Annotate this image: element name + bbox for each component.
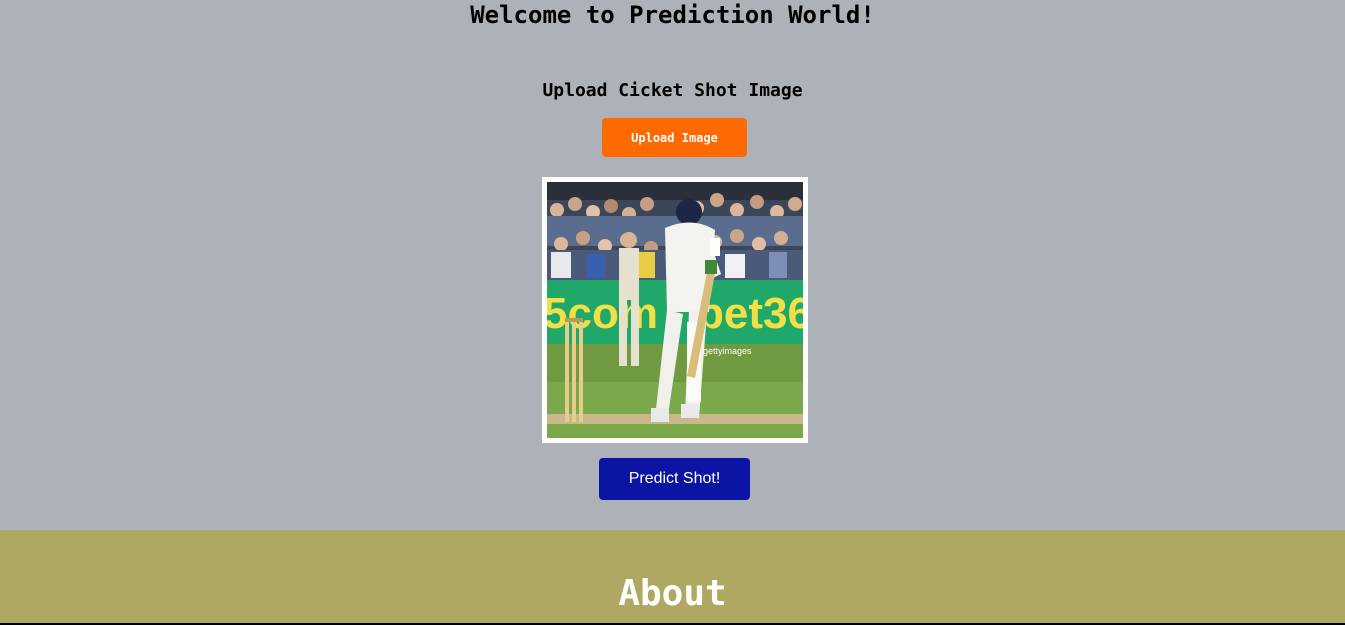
page-title: Welcome to Prediction World!	[470, 1, 875, 29]
predict-shot-button[interactable]: Predict Shot!	[599, 458, 750, 500]
page: Welcome to Prediction World! Upload Cick…	[0, 0, 1345, 625]
advert-text: 5com	[547, 289, 658, 338]
svg-text:bet36: bet36	[697, 289, 803, 338]
uploaded-image-preview: 5com bet36 gettyimages	[542, 177, 808, 443]
about-section: About	[0, 530, 1345, 625]
cricket-shot-image: 5com bet36 gettyimages	[547, 182, 803, 438]
about-title: About	[618, 573, 727, 614]
stumps	[565, 318, 583, 422]
upload-heading: Upload Cicket Shot Image	[542, 80, 803, 101]
upload-image-button[interactable]: Upload Image	[602, 118, 747, 157]
watermark: gettyimages	[703, 346, 752, 356]
